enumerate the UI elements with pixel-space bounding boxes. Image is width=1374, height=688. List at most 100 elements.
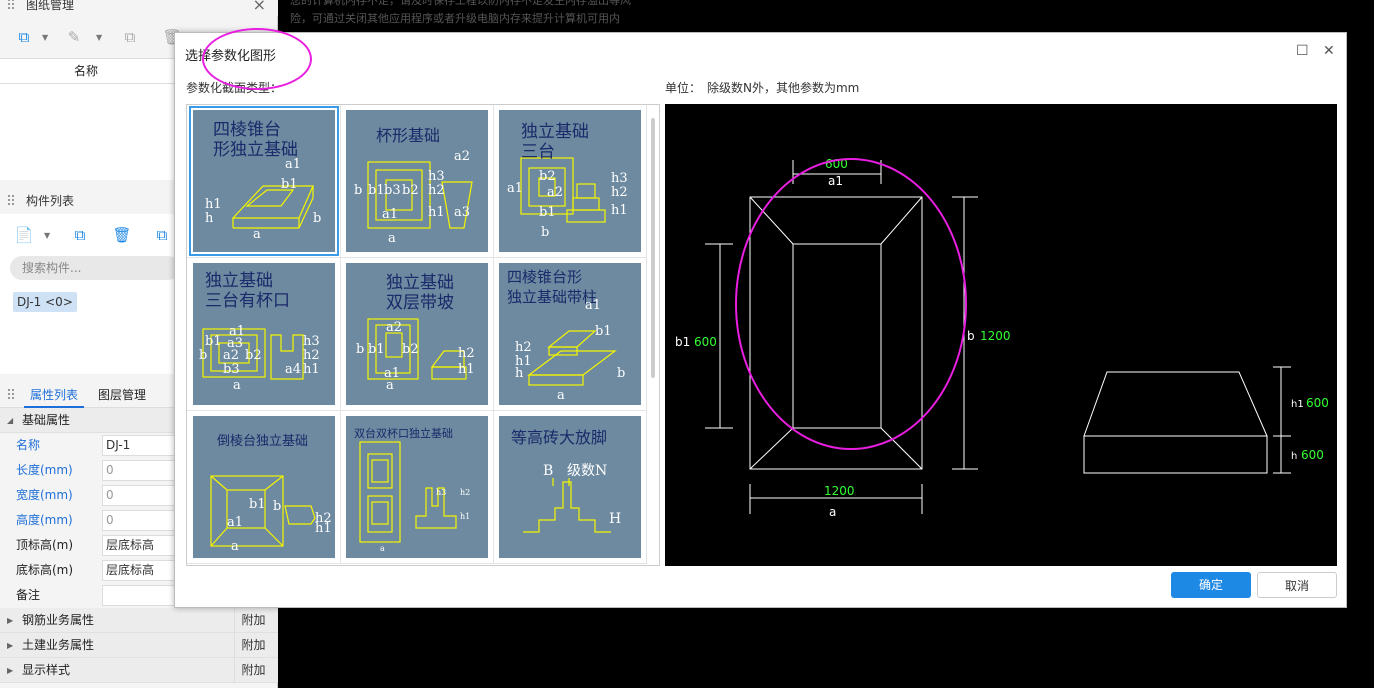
dim-h1-value: 600	[1306, 396, 1329, 410]
copy-icon: ⧉	[124, 28, 136, 46]
shape-title: 独立基础	[205, 271, 273, 291]
property-value-input[interactable]: 层底标高	[102, 535, 178, 556]
chevron-down-icon[interactable]: ▼	[42, 33, 48, 42]
property-value-input[interactable]: 0	[102, 460, 178, 481]
expand-icon[interactable]: ▶	[7, 658, 13, 683]
grip-icon[interactable]	[8, 0, 16, 11]
close-icon[interactable]: ×	[253, 0, 266, 16]
property-label: 名称	[16, 438, 41, 452]
layer-copy-icon[interactable]: ⧉	[148, 222, 176, 248]
shape-title: 独立基础	[386, 273, 454, 293]
shape-dimension-label: a2	[547, 185, 564, 200]
cancel-button[interactable]: 取消	[1257, 572, 1337, 598]
plan-diagonal	[749, 427, 794, 470]
component-search-input[interactable]: 搜索构件...	[10, 256, 180, 280]
shape-title: 双台双杯口独立基础	[354, 427, 453, 440]
shape-thumbnail[interactable]: 独立基础 三台 b2 a1 a2 b1 b h3 h2 h1	[493, 105, 647, 258]
expand-icon[interactable]: ▶	[7, 633, 13, 658]
chevron-down-icon[interactable]: ▼	[44, 231, 50, 240]
shape-dimension-label: b1	[539, 205, 556, 220]
shape-dimension-label: B	[543, 463, 554, 479]
ok-button[interactable]: 确定	[1171, 572, 1251, 598]
shape-thumbnail-image: 独立基础 三台 b2 a1 a2 b1 b h3 h2 h1	[499, 110, 641, 252]
shape-dimension-label: h2	[460, 488, 471, 497]
shape-dimension-label: h3	[303, 334, 320, 349]
group-display-style[interactable]: ▶ 显示样式 附加	[0, 658, 278, 683]
shape-dimension-label: h1	[611, 203, 628, 218]
property-value-input[interactable]: 层底标高	[102, 560, 178, 581]
shape-dimension-label: a3	[454, 205, 471, 220]
component-item-dj1[interactable]: DJ-1 <0>	[13, 292, 77, 312]
side-base	[1083, 435, 1268, 474]
shape-thumbnail-image: 双台双杯口独立基础 h2 h1 h3 a	[346, 416, 488, 558]
shape-dimension-label: b1	[595, 324, 612, 339]
shape-thumbnail[interactable]: 四棱锥台形 独立基础带柱 a1 b1 h2 h1 h a b	[493, 258, 647, 411]
shape-dimension-label: b2	[402, 183, 419, 198]
grip-icon[interactable]	[8, 195, 16, 207]
property-value-input[interactable]: 0	[102, 510, 178, 531]
maximize-icon[interactable]: ☐	[1296, 43, 1309, 59]
components-panel-title: 构件列表	[26, 194, 75, 208]
group-rebar-properties[interactable]: ▶ 钢筋业务属性 附加	[0, 608, 278, 633]
property-value-input[interactable]: DJ-1	[102, 435, 178, 456]
shape-dimension-label: h	[515, 366, 524, 381]
property-label: 高度(mm)	[16, 513, 73, 527]
shape-thumbnail[interactable]: 双台双杯口独立基础 h2 h1 h3 a	[340, 411, 494, 564]
shape-thumbnail[interactable]: 独立基础 双层带坡 a2 b b1 b2 a1 a h2 h1	[340, 258, 494, 411]
dim-b-value: 1200	[980, 329, 1011, 343]
collapse-icon[interactable]: ◢	[7, 408, 13, 433]
property-label: 宽度(mm)	[16, 488, 73, 502]
dim-h-label: h	[1291, 451, 1297, 462]
shape-dimension-label: b1	[368, 342, 385, 357]
shape-title: 双层带坡	[386, 293, 454, 313]
grip-icon[interactable]	[8, 389, 16, 401]
property-label: 长度(mm)	[16, 463, 73, 477]
group-extra-label: 附加	[234, 658, 272, 683]
group-label: 土建业务属性	[22, 638, 95, 652]
shape-dimension-label: b1	[249, 497, 266, 512]
shape-dimension-label: b3	[384, 183, 401, 198]
dim-b1-value: 600	[694, 335, 717, 349]
shape-title: 三台	[521, 142, 555, 162]
copy-component-icon[interactable]: ⧉	[66, 222, 94, 248]
tab-properties[interactable]: 属性列表	[24, 382, 85, 408]
column-header-name[interactable]: 名称	[0, 59, 172, 83]
property-value-input[interactable]	[102, 585, 178, 606]
shape-thumbnail[interactable]: 四棱锥台 形独立基础 a1 b1 h1 h a b	[187, 105, 341, 258]
property-value-input[interactable]: 0	[102, 485, 178, 506]
group-basic-label: 基础属性	[22, 413, 71, 427]
shape-dimension-label: b1	[281, 177, 298, 192]
shape-title: 倒棱台独立基础	[217, 434, 309, 449]
shape-thumbnail[interactable]: 倒棱台独立基础 a1 a b1 b h2 h1	[187, 411, 341, 564]
delete-component-icon[interactable]: 🗑	[108, 222, 136, 248]
expand-icon[interactable]: ▶	[7, 608, 13, 633]
add-drawing-icon[interactable]: ⧉	[10, 24, 38, 50]
new-component-icon[interactable]: 📄	[10, 222, 38, 248]
shape-gallery[interactable]: 四棱锥台 形独立基础 a1 b1 h1 h a b 杯形基础 a2 h3 h2 h1 a3 b b1 b3 b2 a…	[186, 104, 660, 566]
property-label: 底标高(m)	[16, 563, 74, 577]
shape-dimension-label: a	[388, 231, 396, 246]
shape-dimension-label: a1	[382, 207, 399, 222]
shape-title: 杯形基础	[376, 126, 441, 145]
shape-dimension-label: a2	[223, 348, 240, 363]
drawings-panel-title: 图纸管理	[26, 0, 75, 12]
shape-dimension-label: b	[541, 225, 550, 240]
annotation-circle	[735, 158, 967, 450]
shape-dimension-label: b	[356, 342, 365, 357]
shape-dimension-label: h1	[303, 362, 320, 377]
shape-thumbnail[interactable]: 等高砖大放脚 B 级数N H	[493, 411, 647, 564]
shape-dimension-label: h2	[428, 183, 445, 198]
group-civil-properties[interactable]: ▶ 土建业务属性 附加	[0, 633, 278, 658]
shape-title: 四棱锥台形	[507, 268, 583, 286]
shape-dimension-label: h1	[205, 197, 222, 212]
shape-dimension-label: 级数N	[567, 463, 608, 479]
shape-thumbnail[interactable]: 杯形基础 a2 h3 h2 h1 a3 b b1 b3 b2 a1 a	[340, 105, 494, 258]
dim-a-label: a	[829, 505, 836, 519]
shape-title: 三台有杯口	[205, 291, 290, 311]
close-icon[interactable]: ✕	[1323, 43, 1335, 59]
shape-thumbnail[interactable]: 独立基础 三台有杯口 a1 a3 b1 a2 b2 b3 a h3 h2 h1 a4 b	[187, 258, 341, 411]
tab-layers[interactable]: 图层管理	[92, 382, 152, 408]
shape-dimension-label: a	[233, 378, 241, 393]
gallery-scrollbar[interactable]	[651, 118, 655, 378]
shape-title: 独立基础带柱	[507, 288, 598, 306]
